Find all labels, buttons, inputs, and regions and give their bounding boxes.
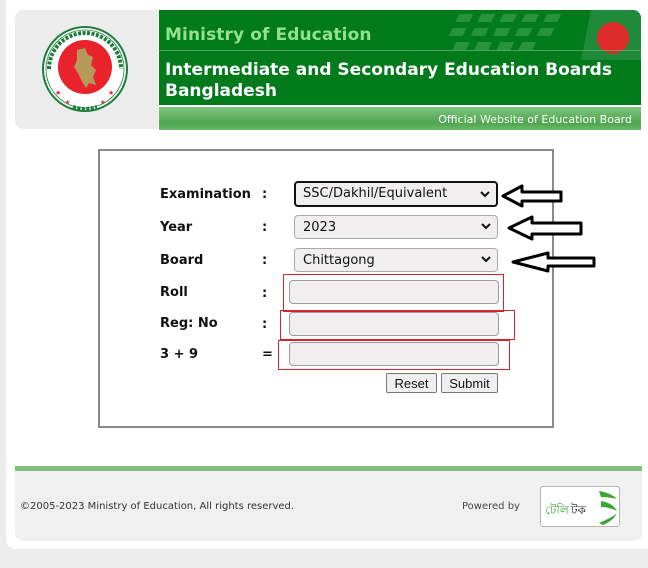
year-select[interactable]: 2023 (294, 215, 498, 239)
reg-no-label: Reg: No (160, 316, 218, 331)
svg-text:★: ★ (65, 99, 70, 106)
boards-title: Intermediate and Secondary Education Boa… (165, 60, 612, 101)
footer-copyright: ©2005-2023 Ministry of Education, All ri… (20, 501, 295, 512)
government-seal-icon: ★ ★ ★ ★ (42, 26, 128, 112)
year-label: Year (160, 220, 193, 235)
chevron-down-icon (480, 191, 490, 198)
svg-text:★: ★ (108, 89, 114, 97)
arrow-left-icon (511, 251, 596, 273)
reset-button[interactable]: Reset (386, 373, 437, 393)
board-select[interactable]: Chittagong (294, 248, 498, 272)
svg-text:টেলি: টেলি (545, 503, 570, 517)
reg-no-input[interactable] (289, 312, 499, 336)
ministry-title: Ministry of Education (165, 25, 372, 45)
arrow-left-icon (501, 184, 563, 208)
svg-text:★: ★ (100, 99, 105, 106)
header-banner: Ministry of Education Intermediate and S… (159, 10, 641, 105)
footer-powered-by: Powered by (462, 501, 520, 512)
reg-no-separator: : (262, 317, 268, 332)
svg-text:টক: টক (570, 503, 587, 517)
teletalk-logo-icon[interactable]: টেলি টক (540, 486, 620, 527)
chevron-down-icon (481, 256, 491, 263)
chevron-down-icon (481, 223, 491, 230)
examination-select[interactable]: SSC/Dakhil/Equivalent (294, 181, 498, 207)
captcha-label: 3 + 9 (160, 347, 199, 362)
svg-text:★: ★ (55, 89, 61, 97)
roll-separator: : (262, 286, 268, 301)
captcha-input[interactable] (289, 342, 499, 366)
examination-selected-value: SSC/Dakhil/Equivalent (303, 186, 448, 201)
arrow-left-icon (507, 215, 583, 241)
header-logo-panel: ★ ★ ★ ★ (15, 10, 158, 129)
header-subtitle-bar: Official Website of Education Board (159, 106, 641, 130)
header-divider (159, 50, 641, 51)
examination-separator: : (262, 187, 268, 202)
footer: ©2005-2023 Ministry of Education, All ri… (15, 471, 642, 541)
examination-label: Examination (160, 187, 251, 202)
bangladesh-flag-icon (448, 10, 641, 60)
roll-label: Roll (160, 285, 188, 300)
submit-button[interactable]: Submit (441, 373, 498, 393)
board-selected-value: Chittagong (303, 253, 375, 268)
header-subtitle: Official Website of Education Board (438, 113, 632, 126)
captcha-separator: = (262, 347, 273, 362)
board-label: Board (160, 253, 204, 268)
year-selected-value: 2023 (303, 220, 337, 235)
year-separator: : (262, 220, 268, 235)
roll-input[interactable] (289, 280, 499, 304)
board-separator: : (262, 253, 268, 268)
